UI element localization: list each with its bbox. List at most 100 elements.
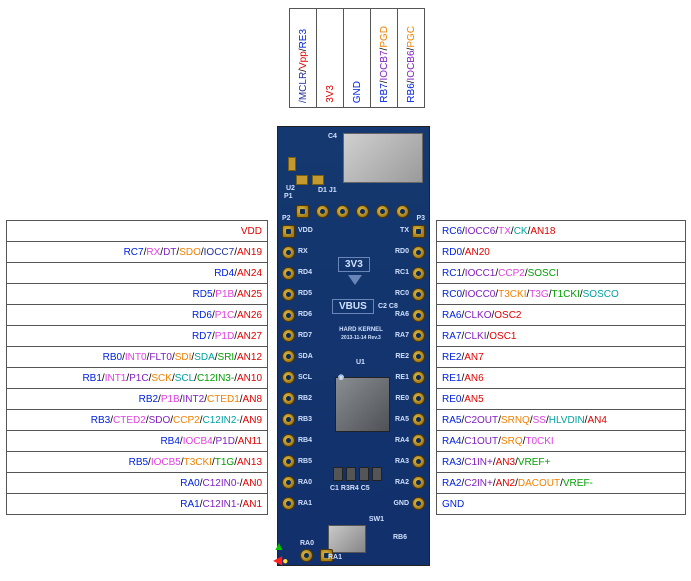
pad-right-12 [412, 476, 425, 489]
silk-left-6: SDA [298, 353, 313, 374]
silk-left-9: RB3 [298, 416, 313, 437]
pad-right-10 [412, 434, 425, 447]
pin-row: RA4/C1OUT/SRQ/T0CKI [437, 431, 686, 452]
silk-left-3: RD5 [298, 290, 313, 311]
pad-right-3 [412, 288, 425, 301]
pad-left-7 [282, 371, 295, 384]
pin-row: RA1/C12IN1-/AN1 [7, 494, 268, 515]
silk-right-1: RD0 [393, 248, 409, 269]
pad-left-10 [282, 434, 295, 447]
silk-right-8: RE0 [393, 395, 409, 416]
smd-4 [372, 467, 382, 481]
silk-ra1: RA1 [328, 554, 342, 561]
chip-dot-icon: ◉ [338, 373, 344, 381]
pin-cell: RD6/P1C/AN26 [7, 305, 268, 326]
silk-date: 2013-11-14 Rev.3 [326, 335, 396, 341]
silk-3v3: 3V3 [338, 257, 370, 272]
smd-2 [346, 467, 356, 481]
pin-cell: RC0/IOCC0/T3CKI/T3G/T1CKI/SOSCO [437, 284, 686, 305]
pin-cell: RB5/IOCB5/T3CKI/T1G/AN13 [7, 452, 268, 473]
pin-cell: RA2/C2IN+/AN2/DACOUT/VREF- [437, 473, 686, 494]
pin-row: RD5/P1B/AN25 [7, 284, 268, 305]
smd-cap-3 [288, 157, 296, 171]
prog-header-pads [296, 205, 409, 218]
smd-cap-1 [296, 175, 308, 185]
pin-cell: VDD [7, 221, 268, 242]
pinout-table-right: RC6/IOCC6/TX/CK/AN18RD0/AN20RC1/IOCC1/CC… [436, 220, 686, 515]
pad-right-9 [412, 413, 425, 426]
silk-right-2: RC1 [393, 269, 409, 290]
pin-cell: RB1/INT1/P1C/SCK/SCL/C12IN3-/AN10 [7, 368, 268, 389]
pin-cell: RC1/IOCC1/CCP2/SOSCI [437, 263, 686, 284]
silk-rb6: RB6 [393, 534, 407, 541]
pin-row: RB3/CTED2/SDO/CCP2/C12IN2-/AN9 [7, 410, 268, 431]
hdr-rb7: RB7/IOCB7/PGD [370, 8, 398, 108]
silk-right-col: TXRD0RC1RC0RA6RA7RE2RE1RE0RA5RA4RA3RA2GN… [393, 227, 409, 521]
silk-left-col: VDDRXRD4RD5RD6RD7SDASCLRB2RB3RB4RB5RA0RA… [298, 227, 313, 521]
pin-row: RA6/CLKO/OSC2 [437, 305, 686, 326]
pad-left-0 [282, 225, 295, 238]
silk-u1: U1 [356, 359, 365, 366]
pad-prog-4 [356, 205, 369, 218]
pad-right-11 [412, 455, 425, 468]
pin-row: GND [437, 494, 686, 515]
silk-left-1: RX [298, 248, 313, 269]
pad-right-0 [412, 225, 425, 238]
pad-left-4 [282, 309, 295, 322]
pin-row: RB1/INT1/P1C/SCK/SCL/C12IN3-/AN10 [7, 368, 268, 389]
silk-d1j1: D1 J1 [318, 187, 337, 194]
pad-left-11 [282, 455, 295, 468]
pad-prog-2 [316, 205, 329, 218]
pad-prog-3 [336, 205, 349, 218]
silk-p3: P3 [416, 215, 425, 222]
silk-right-13: GND [393, 500, 409, 521]
silk-left-10: RB4 [298, 437, 313, 458]
silk-right-12: RA2 [393, 479, 409, 500]
pin-cell: RA4/C1OUT/SRQ/T0CKI [437, 431, 686, 452]
silk-right-10: RA4 [393, 437, 409, 458]
pin-row: RA7/CLKI/OSC1 [437, 326, 686, 347]
silk-right-6: RE2 [393, 353, 409, 374]
pin-cell: RA1/C12IN1-/AN1 [7, 494, 268, 515]
silk-c2c8: C2 C8 [378, 303, 398, 310]
pin-cell: RE2/AN7 [437, 347, 686, 368]
silk-left-12: RA0 [298, 479, 313, 500]
microcontroller-board: U2 C4 D1 J1 P1 P2 P3 VDDRXRD4RD5RD6RD7SD… [277, 126, 430, 566]
pad-left-3 [282, 288, 295, 301]
pad-right-4 [412, 309, 425, 322]
pin-cell: GND [437, 494, 686, 515]
pin-cell: RC6/IOCC6/TX/CK/AN18 [437, 221, 686, 242]
pin-cell: RA5/C2OUT/SRNQ/SS/HLVDIN/AN4 [437, 410, 686, 431]
pin-row: RD4/AN24 [7, 263, 268, 284]
pad-right-2 [412, 267, 425, 280]
pin-row: RA2/C2IN+/AN2/DACOUT/VREF- [437, 473, 686, 494]
pin-cell: RA3/C1IN+/AN3/VREF+ [437, 452, 686, 473]
pad-left-2 [282, 267, 295, 280]
pad-right-1 [412, 246, 425, 259]
usb-connector [343, 133, 423, 183]
pad-left-12 [282, 476, 295, 489]
hdr-rb7-text: RB7/IOCB7/PGD [379, 26, 390, 103]
silk-vbus: VBUS [332, 299, 374, 314]
hdr-mclr-text: /MCLR/Vpp/RE3 [298, 29, 309, 103]
pin-cell: RC7/RX/DT/SDO/IOCC7/AN19 [7, 242, 268, 263]
pin-row: RD0/AN20 [437, 242, 686, 263]
pin-row: RA0/C12IN0-/AN0 [7, 473, 268, 494]
hdr-gnd: GND [343, 8, 371, 108]
pin-cell: RB4/IOCB4/P1D/AN11 [7, 431, 268, 452]
pin-row: VDD [7, 221, 268, 242]
silk-p2: P2 [282, 215, 291, 222]
origin-axes-icon: ▲ ◀● [273, 539, 288, 567]
hdr-3v3: 3V3 [316, 8, 344, 108]
silk-left-4: RD6 [298, 311, 313, 332]
pad-left-5 [282, 329, 295, 342]
pushbutton [328, 525, 366, 553]
pad-left-6 [282, 350, 295, 363]
silk-left-8: RB2 [298, 395, 313, 416]
arrow-icon [348, 275, 362, 285]
mcu-chip [335, 377, 390, 432]
pin-row: RE0/AN5 [437, 389, 686, 410]
pin-row: RD7/P1D/AN27 [7, 326, 268, 347]
smd-3 [359, 467, 369, 481]
silk-maker: HARD KERNEL [326, 327, 396, 333]
